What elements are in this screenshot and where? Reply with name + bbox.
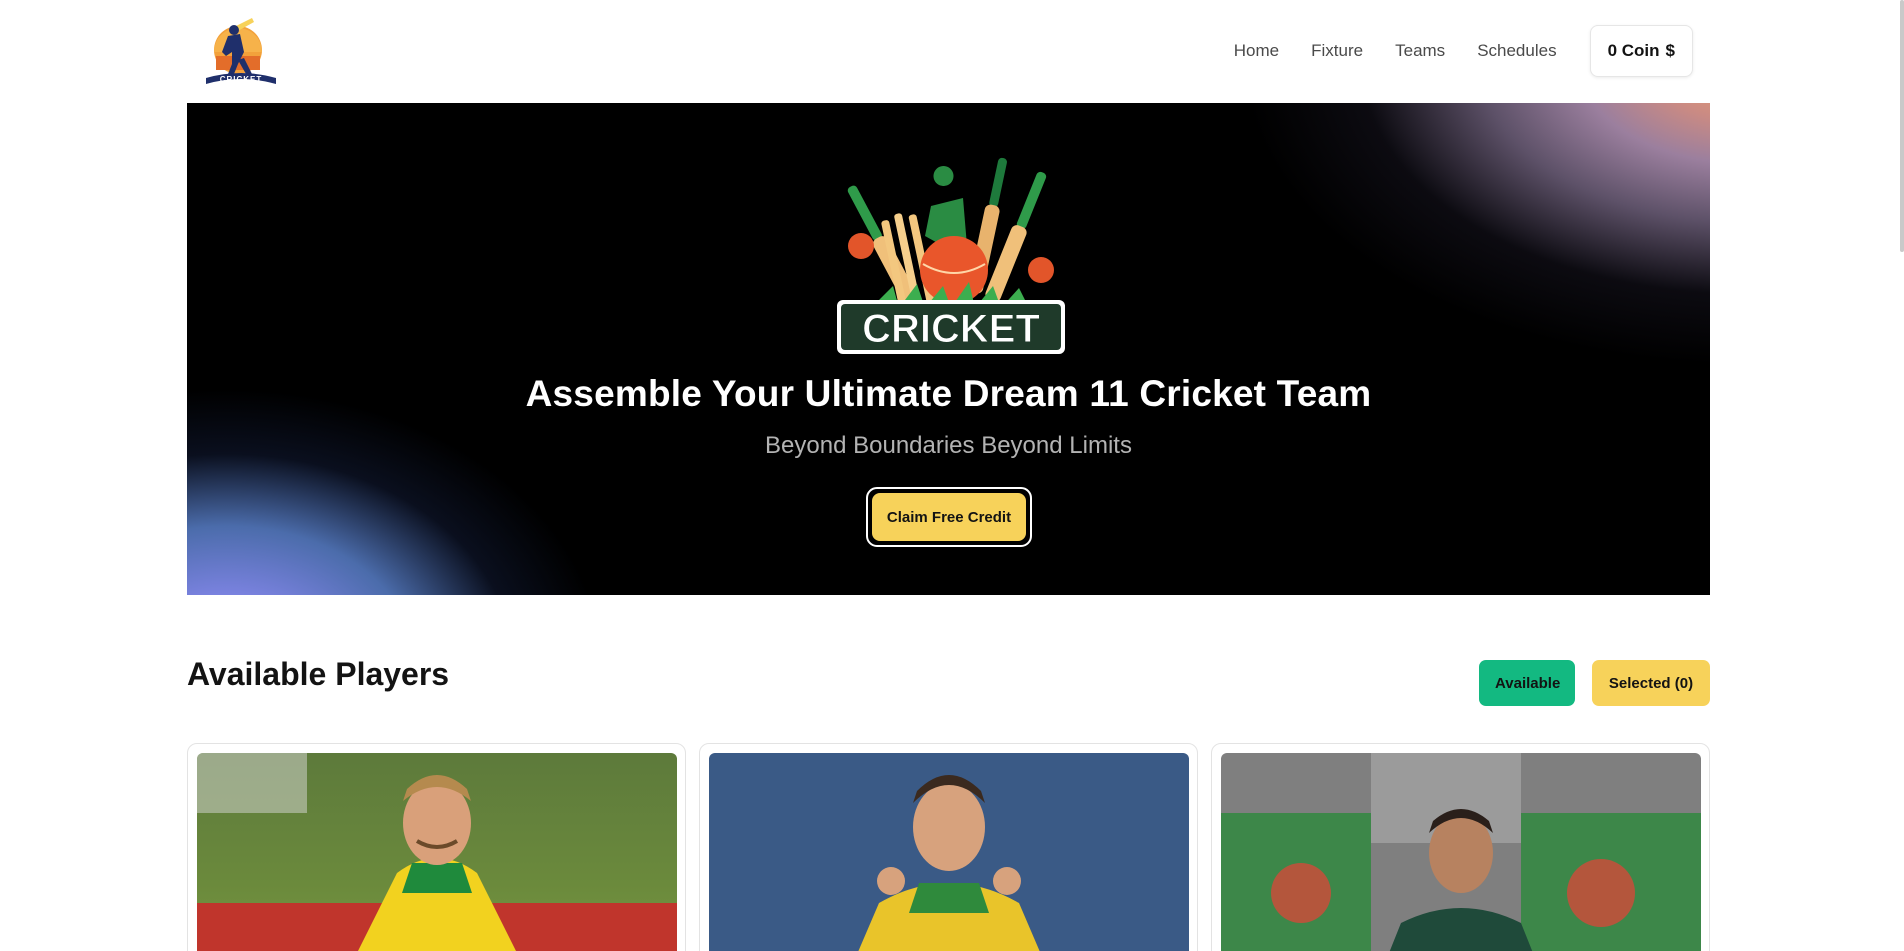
cricket-banner-icon: CRICKET bbox=[833, 146, 1069, 356]
player-photo bbox=[709, 753, 1189, 951]
coin-balance-button[interactable]: 0 Coin $ bbox=[1589, 25, 1693, 77]
player-card[interactable] bbox=[1211, 743, 1710, 951]
dollar-icon: $ bbox=[1665, 41, 1675, 60]
player-card[interactable] bbox=[187, 743, 686, 951]
hero-subtitle: Beyond Boundaries Beyond Limits bbox=[765, 432, 1132, 459]
nav-link-home[interactable]: Home bbox=[1234, 41, 1279, 61]
main-nav: Home Fixture Teams Schedules 0 Coin $ bbox=[1234, 25, 1693, 77]
player-card[interactable] bbox=[699, 743, 1198, 951]
claim-free-credit-button[interactable]: Claim Free Credit bbox=[872, 493, 1026, 541]
nav-link-fixture[interactable]: Fixture bbox=[1311, 41, 1363, 61]
site-header: CRICKET Home Fixture Teams Schedules 0 C… bbox=[187, 0, 1710, 103]
logo-text: CRICKET bbox=[220, 75, 263, 84]
nav-link-teams[interactable]: Teams bbox=[1395, 41, 1445, 61]
coin-count: 0 Coin bbox=[1607, 41, 1660, 60]
page-scrollbar[interactable] bbox=[1900, 0, 1904, 252]
nav-link-schedules[interactable]: Schedules bbox=[1477, 41, 1556, 61]
hero-banner: CRICKET Assemble Your Ultimate Dream 11 … bbox=[187, 103, 1710, 595]
player-photo bbox=[197, 753, 677, 951]
tab-selected[interactable]: Selected (0) bbox=[1592, 660, 1710, 706]
section-title: Available Players bbox=[187, 656, 450, 692]
player-cards bbox=[187, 743, 1710, 951]
claim-button-wrapper: Claim Free Credit bbox=[866, 487, 1032, 547]
player-photo bbox=[1221, 753, 1701, 951]
banner-text: CRICKET bbox=[862, 307, 1040, 351]
hero-title: Assemble Your Ultimate Dream 11 Cricket … bbox=[525, 373, 1372, 414]
cricket-logo-icon[interactable]: CRICKET bbox=[202, 12, 280, 90]
tab-available[interactable]: Available bbox=[1479, 660, 1575, 706]
player-tabs: Available Selected (0) bbox=[1479, 660, 1710, 706]
